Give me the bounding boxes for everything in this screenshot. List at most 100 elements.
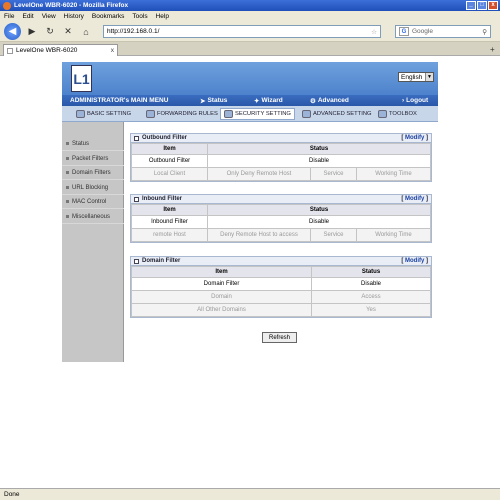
refresh-button[interactable]: Refresh [262,332,297,343]
col-local-client: Local Client [131,167,208,181]
chevron-down-icon[interactable]: ▼ [425,73,433,81]
col-item: Item [131,266,312,278]
maximize-button[interactable]: □ [477,1,487,10]
menu-edit[interactable]: Edit [22,13,33,20]
header-banner: L1 English ▼ [62,62,438,95]
security-icon [224,110,233,118]
table-row: Domain Access [131,290,431,304]
sidebar-item-domain-filters[interactable]: Domain Filters [62,166,124,180]
col-item: Item [131,143,208,155]
sidebar-item-mac-control[interactable]: MAC Control [62,195,124,209]
window-titlebar: LevelOne WBR-6020 - Mozilla Firefox _ □ … [0,0,500,11]
tab-close-icon[interactable]: x [111,47,117,54]
outbound-modify-label: Modify [404,135,425,141]
bullet-icon [66,142,69,145]
sidebar-item-packet-filters[interactable]: Packet Filters [62,152,124,166]
security-sidebar: Status Packet Filters Domain Filters URL… [62,122,124,362]
main-menu-title: ADMINISTRATOR's MAIN MENU [70,97,169,104]
domain-filter-title: Domain Filter [142,258,181,264]
inbound-filter-table: Item Status Inbound Filter Disable remot… [131,204,431,242]
bookmark-star-icon[interactable]: ☆ [371,28,380,36]
url-bar[interactable]: http://192.168.0.1/ ☆ [103,25,381,38]
search-icon[interactable]: ⚲ [482,28,490,36]
other-domains-access: Yes [311,303,431,317]
col-working-time: Working Time [356,167,431,181]
outbound-filter-header: Outbound Filter [ Modify ] [131,134,431,143]
menu-status[interactable]: ➤ Status [200,97,227,105]
collapse-icon[interactable] [134,135,139,141]
stop-icon[interactable]: ✕ [61,25,75,39]
home-icon[interactable]: ⌂ [79,25,93,39]
table-header-row: Item Status [131,143,431,155]
main-menu: ADMINISTRATOR's MAIN MENU ➤ Status ✦ Wizar… [62,95,438,106]
col-remote-host: remote Host [131,228,208,242]
domain-modify-label: Modify [404,258,425,264]
domain-filter-label: Domain Filter [131,277,312,291]
menu-advanced[interactable]: ⚙ Advanced [310,97,349,105]
sidebar-item-label: Miscellaneous [72,213,111,220]
tab-forwarding-rules[interactable]: FORWARDING RULES [146,108,218,120]
menu-bar: File Edit View History Bookmarks Tools H… [0,11,500,22]
tab-basic-setting-label: BASIC SETTING [87,111,132,117]
inbound-modify-link[interactable]: [ Modify ] [401,196,431,202]
collapse-icon[interactable] [134,258,139,264]
inbound-filter-title: Inbound Filter [142,196,182,202]
sidebar-item-label: Domain Filters [72,169,111,176]
forward-icon[interactable]: ▶ [25,25,39,39]
menu-history[interactable]: History [64,13,84,20]
settings-tabs: BASIC SETTING FORWARDING RULES SECURITY … [62,106,438,122]
sidebar-item-miscellaneous[interactable]: Miscellaneous [62,210,124,224]
search-input[interactable]: G Google ⚲ [395,25,491,38]
back-icon[interactable]: ◀ [4,23,21,40]
new-tab-icon[interactable]: + [490,45,495,54]
status-text: Done [4,491,20,498]
menu-wizard[interactable]: ✦ Wizard [254,97,283,105]
domain-filter-header: Domain Filter [ Modify ] [131,257,431,266]
menu-bookmarks[interactable]: Bookmarks [92,13,125,20]
bullet-icon [66,171,69,174]
tab-levelone[interactable]: LevelOne WBR-6020 x [3,44,118,56]
menu-help[interactable]: Help [156,13,169,20]
forwarding-icon [146,110,155,118]
toolbox-icon [378,110,387,118]
page-content: L1 English ▼ ADMINISTRATOR's MAIN MENU ➤… [0,56,500,488]
navigation-toolbar: ◀ ▶ ↻ ✕ ⌂ http://192.168.0.1/ ☆ G Google… [0,22,500,42]
col-item: Item [131,204,208,216]
collapse-icon[interactable] [134,196,139,202]
tab-security-setting-label: SECURITY SETTING [235,111,291,117]
outbound-filter-label: Outbound Filter [131,154,208,168]
table-row: Domain Filter Disable [131,277,431,291]
language-value: English [401,73,423,81]
language-select[interactable]: English ▼ [398,72,434,82]
col-status: Status [207,143,431,155]
menu-tools[interactable]: Tools [132,13,147,20]
status-bar: Done [0,488,500,500]
reload-icon[interactable]: ↻ [43,25,57,39]
tab-security-setting[interactable]: SECURITY SETTING [220,108,295,120]
wand-icon: ✦ [254,97,260,105]
menu-file[interactable]: File [4,13,14,20]
google-icon[interactable]: G [399,27,409,36]
sidebar-item-url-blocking[interactable]: URL Blocking [62,181,124,195]
col-status: Status [311,266,431,278]
domain-filter-table: Item Status Domain Filter Disable Domain… [131,266,431,317]
tab-advanced-setting[interactable]: ADVANCED SETTING [302,108,372,120]
tab-toolbox[interactable]: TOOLBOX [378,108,417,120]
tab-toolbox-label: TOOLBOX [389,111,417,117]
sidebar-item-status[interactable]: Status [62,137,124,151]
basic-setting-icon [76,110,85,118]
tab-forwarding-rules-label: FORWARDING RULES [157,111,218,117]
outbound-modify-link[interactable]: [ Modify ] [401,135,431,141]
menu-wizard-label: Wizard [261,97,283,104]
col-status: Status [207,204,431,216]
minimize-button[interactable]: _ [466,1,476,10]
close-button[interactable]: x [488,1,498,10]
tab-basic-setting[interactable]: BASIC SETTING [76,108,131,120]
domain-modify-link[interactable]: [ Modify ] [401,258,431,264]
inbound-modify-label: Modify [404,196,425,202]
gear-icon: ⚙ [310,97,316,105]
menu-view[interactable]: View [42,13,56,20]
bullet-icon [66,186,69,189]
menu-logout[interactable]: › Logout [402,97,428,104]
outbound-filter-table: Item Status Outbound Filter Disable Loca… [131,143,431,181]
